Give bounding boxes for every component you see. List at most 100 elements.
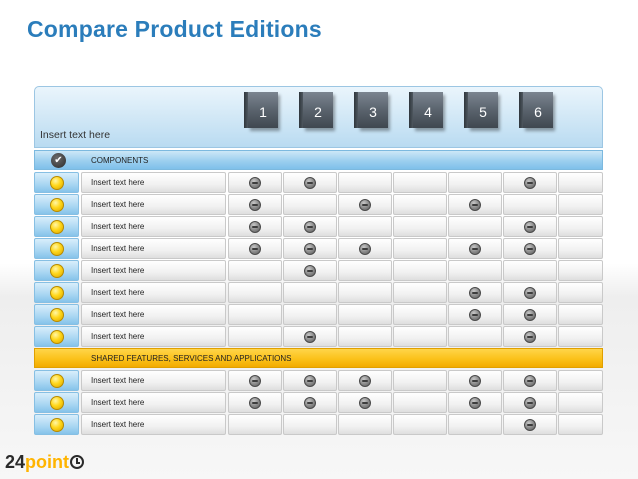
edition-tab-1: 1 [244, 92, 278, 128]
row-marker-cell [34, 304, 79, 325]
included-marker-icon [524, 419, 536, 431]
brand-logo: 24point [5, 452, 85, 474]
row-marker-cell [34, 260, 79, 281]
edition-cell [448, 194, 502, 215]
included-marker-icon [359, 375, 371, 387]
edition-cell [503, 414, 557, 435]
yellow-bullet-icon [50, 418, 64, 432]
edition-cell [283, 216, 337, 237]
table-row: Insert text here [34, 216, 603, 237]
edition-cell [448, 326, 502, 347]
page-title: Compare Product Editions [27, 16, 322, 42]
included-marker-icon [524, 221, 536, 233]
edition-cell [228, 260, 282, 281]
edition-cell [228, 304, 282, 325]
edition-cell [503, 194, 557, 215]
edition-cell [338, 304, 392, 325]
edition-cell [228, 238, 282, 259]
row-label: Insert text here [81, 414, 226, 435]
included-marker-icon [469, 375, 481, 387]
section-title: SHARED FEATURES, SERVICES AND APPLICATIO… [91, 354, 292, 363]
row-label: Insert text here [81, 172, 226, 193]
edition-cell [228, 392, 282, 413]
yellow-bullet-icon [50, 176, 64, 190]
edition-cell [393, 172, 447, 193]
edition-cell [228, 282, 282, 303]
included-marker-icon [304, 331, 316, 343]
edition-cell [283, 304, 337, 325]
row-label: Insert text here [81, 392, 226, 413]
yellow-bullet-icon [50, 286, 64, 300]
edition-cell [283, 282, 337, 303]
section-title: COMPONENTS [91, 156, 149, 165]
edition-cell [393, 194, 447, 215]
table-row: Insert text here [34, 172, 603, 193]
included-marker-icon [359, 243, 371, 255]
included-marker-icon [249, 221, 261, 233]
row-label: Insert text here [81, 370, 226, 391]
table-row: Insert text here [34, 238, 603, 259]
included-marker-icon [304, 177, 316, 189]
edition-cell [503, 370, 557, 391]
edition-tab-3: 3 [354, 92, 388, 128]
edition-cell [283, 370, 337, 391]
checkmark-icon: ✔ [51, 153, 66, 168]
yellow-bullet-icon [50, 308, 64, 322]
edition-cell [393, 370, 447, 391]
edition-cell [393, 260, 447, 281]
edition-cell [338, 414, 392, 435]
edition-cell [558, 370, 603, 391]
edition-cell [448, 392, 502, 413]
edition-tab-6: 6 [519, 92, 553, 128]
included-marker-icon [524, 309, 536, 321]
included-marker-icon [524, 331, 536, 343]
edition-tab-4: 4 [409, 92, 443, 128]
yellow-bullet-icon [50, 264, 64, 278]
table-row: Insert text here [34, 370, 603, 391]
edition-cell [448, 216, 502, 237]
included-marker-icon [359, 397, 371, 409]
included-marker-icon [304, 243, 316, 255]
row-label: Insert text here [81, 260, 226, 281]
edition-cell [503, 172, 557, 193]
row-marker-cell [34, 238, 79, 259]
edition-cell [558, 392, 603, 413]
edition-cell [338, 326, 392, 347]
included-marker-icon [304, 221, 316, 233]
row-marker-cell [34, 216, 79, 237]
edition-cell [448, 304, 502, 325]
edition-cell [448, 414, 502, 435]
row-marker-cell [34, 282, 79, 303]
edition-cell [338, 392, 392, 413]
row-label: Insert text here [81, 238, 226, 259]
edition-cell [558, 238, 603, 259]
included-marker-icon [469, 287, 481, 299]
edition-cell [503, 326, 557, 347]
edition-cell [228, 194, 282, 215]
edition-cell [558, 172, 603, 193]
edition-cell [448, 238, 502, 259]
table-row: Insert text here [34, 260, 603, 281]
edition-cell [503, 238, 557, 259]
edition-cell [448, 172, 502, 193]
edition-cell [448, 370, 502, 391]
included-marker-icon [359, 199, 371, 211]
included-marker-icon [249, 397, 261, 409]
edition-cell [228, 172, 282, 193]
edition-cell [448, 282, 502, 303]
yellow-bullet-icon [50, 330, 64, 344]
included-marker-icon [249, 375, 261, 387]
edition-cell [338, 238, 392, 259]
edition-cell [228, 216, 282, 237]
row-marker-cell [34, 326, 79, 347]
included-marker-icon [304, 397, 316, 409]
header-label: Insert text here [40, 129, 111, 141]
logo-number: 24 [5, 452, 26, 472]
edition-cell [283, 260, 337, 281]
row-marker-cell [34, 392, 79, 413]
included-marker-icon [469, 199, 481, 211]
table-row: Insert text here [34, 392, 603, 413]
table-row: Insert text here [34, 304, 603, 325]
edition-cell [393, 392, 447, 413]
edition-cell [558, 216, 603, 237]
